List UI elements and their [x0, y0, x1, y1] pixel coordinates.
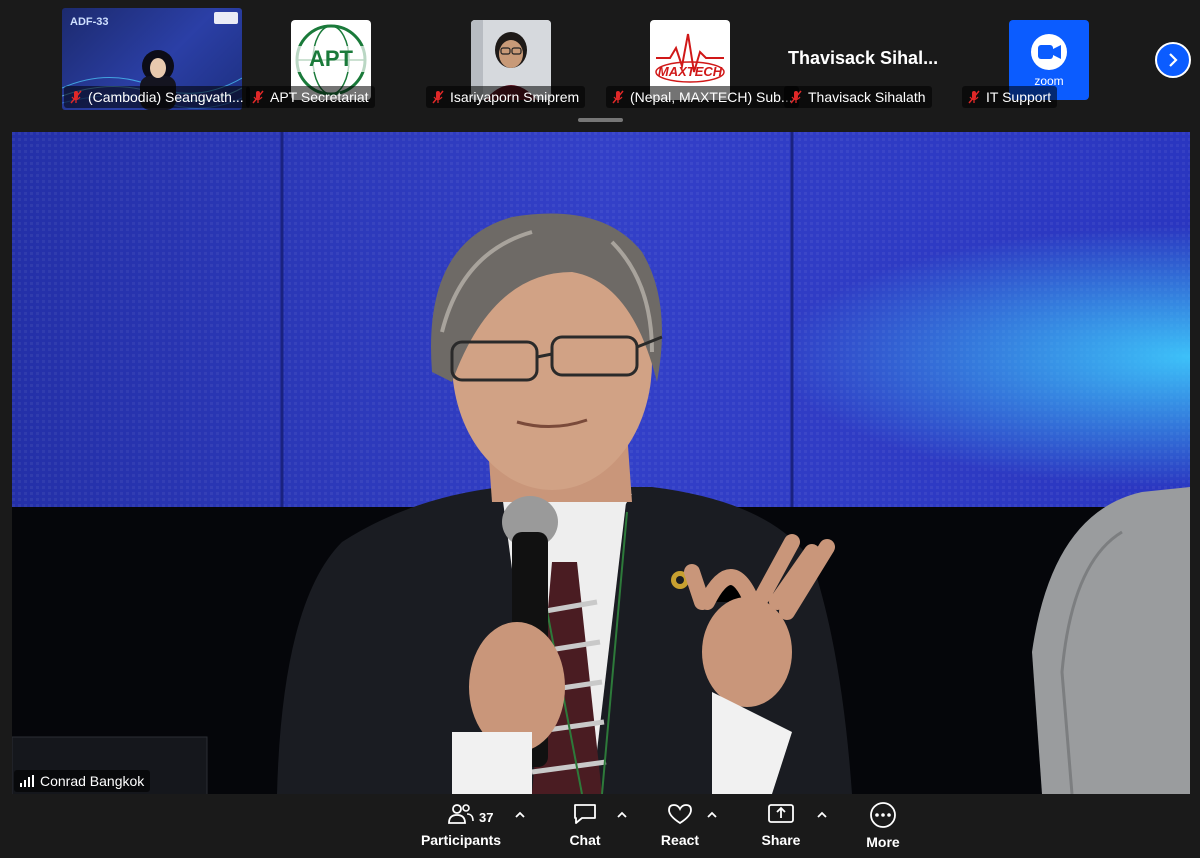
chevron-right-icon: [1169, 53, 1178, 67]
participant-name: Isariyaporn Smiprem: [450, 89, 580, 105]
participant-display-name: Thavisack Sihal...: [788, 48, 939, 68]
strip-resize-handle[interactable]: [578, 118, 623, 122]
react-options-caret[interactable]: [705, 808, 719, 822]
signal-strength-icon: [20, 775, 34, 787]
chat-button[interactable]: Chat: [545, 802, 625, 848]
participant-name: (Nepal, MAXTECH) Sub...: [630, 89, 793, 105]
active-speaker-label: Conrad Bangkok: [14, 770, 151, 792]
share-label: Share: [761, 832, 801, 848]
participants-label: Participants: [420, 832, 502, 848]
participants-button[interactable]: Participants: [421, 802, 501, 848]
participants-count-badge: 37: [479, 810, 494, 825]
apt-logo-text: APT: [291, 46, 371, 72]
participant-name: Thavisack Sihalath: [808, 89, 926, 105]
heart-icon: [668, 804, 692, 825]
participant-name: IT Support: [986, 89, 1052, 105]
participant-name-tag: (Nepal, MAXTECH) Sub...: [606, 86, 799, 108]
participant-name-tag: Isariyaporn Smiprem: [426, 86, 586, 108]
mic-muted-icon: [612, 90, 624, 104]
slide-title: ADF-33: [70, 16, 109, 28]
mic-muted-icon: [252, 90, 264, 104]
speaker-video-frame: [12, 132, 1190, 794]
next-page-button[interactable]: [1155, 42, 1191, 78]
more-options-icon: [870, 802, 896, 828]
participant-name: APT Secretariat: [270, 89, 369, 105]
share-options-caret[interactable]: [815, 808, 829, 822]
chat-label: Chat: [569, 832, 601, 848]
participants-options-caret[interactable]: [513, 808, 527, 822]
mic-muted-icon: [432, 90, 444, 104]
participant-name-tag: Thavisack Sihalath: [784, 86, 932, 108]
mic-muted-icon: [790, 90, 802, 104]
participant-tile-apt[interactable]: APT APT Secretariat: [244, 8, 424, 108]
participant-tile-cambodia[interactable]: ADF-33 (Cambodia) Seangvath...: [62, 8, 250, 110]
participant-name-tag: (Cambodia) Seangvath...: [64, 86, 250, 108]
participant-name-tag: IT Support: [962, 86, 1058, 108]
participant-tile-thavisack[interactable]: Thavisack Sihal... Thavisack Sihalath: [784, 8, 964, 108]
share-button[interactable]: Share: [741, 802, 821, 848]
mic-muted-icon: [70, 90, 82, 104]
chat-options-caret[interactable]: [615, 808, 629, 822]
maxtech-logo-text: MAXTECH: [657, 64, 723, 79]
participant-name: (Cambodia) Seangvath...: [88, 89, 244, 105]
more-label: More: [866, 834, 900, 850]
participants-strip: ADF-33 (Cambodia) Seangvath... APT APT S…: [0, 0, 1200, 130]
participant-tile-maxtech[interactable]: MAXTECH (Nepal, MAXTECH) Sub...: [604, 8, 799, 108]
more-button[interactable]: More: [843, 802, 923, 850]
participants-icon: [448, 804, 474, 824]
mic-muted-icon: [968, 90, 980, 104]
share-screen-icon: [768, 804, 794, 823]
participant-tile-it-support[interactable]: zoom IT Support: [962, 8, 1144, 108]
participant-name-tag: APT Secretariat: [246, 86, 375, 108]
meeting-toolbar: Participants 37 Chat React Share More: [0, 794, 1200, 858]
active-speaker-name: Conrad Bangkok: [40, 773, 145, 789]
chat-icon: [574, 804, 596, 824]
participant-tile-isariyaporn[interactable]: Isariyaporn Smiprem: [424, 8, 604, 108]
react-label: React: [660, 832, 700, 848]
active-speaker-video: [12, 132, 1190, 794]
